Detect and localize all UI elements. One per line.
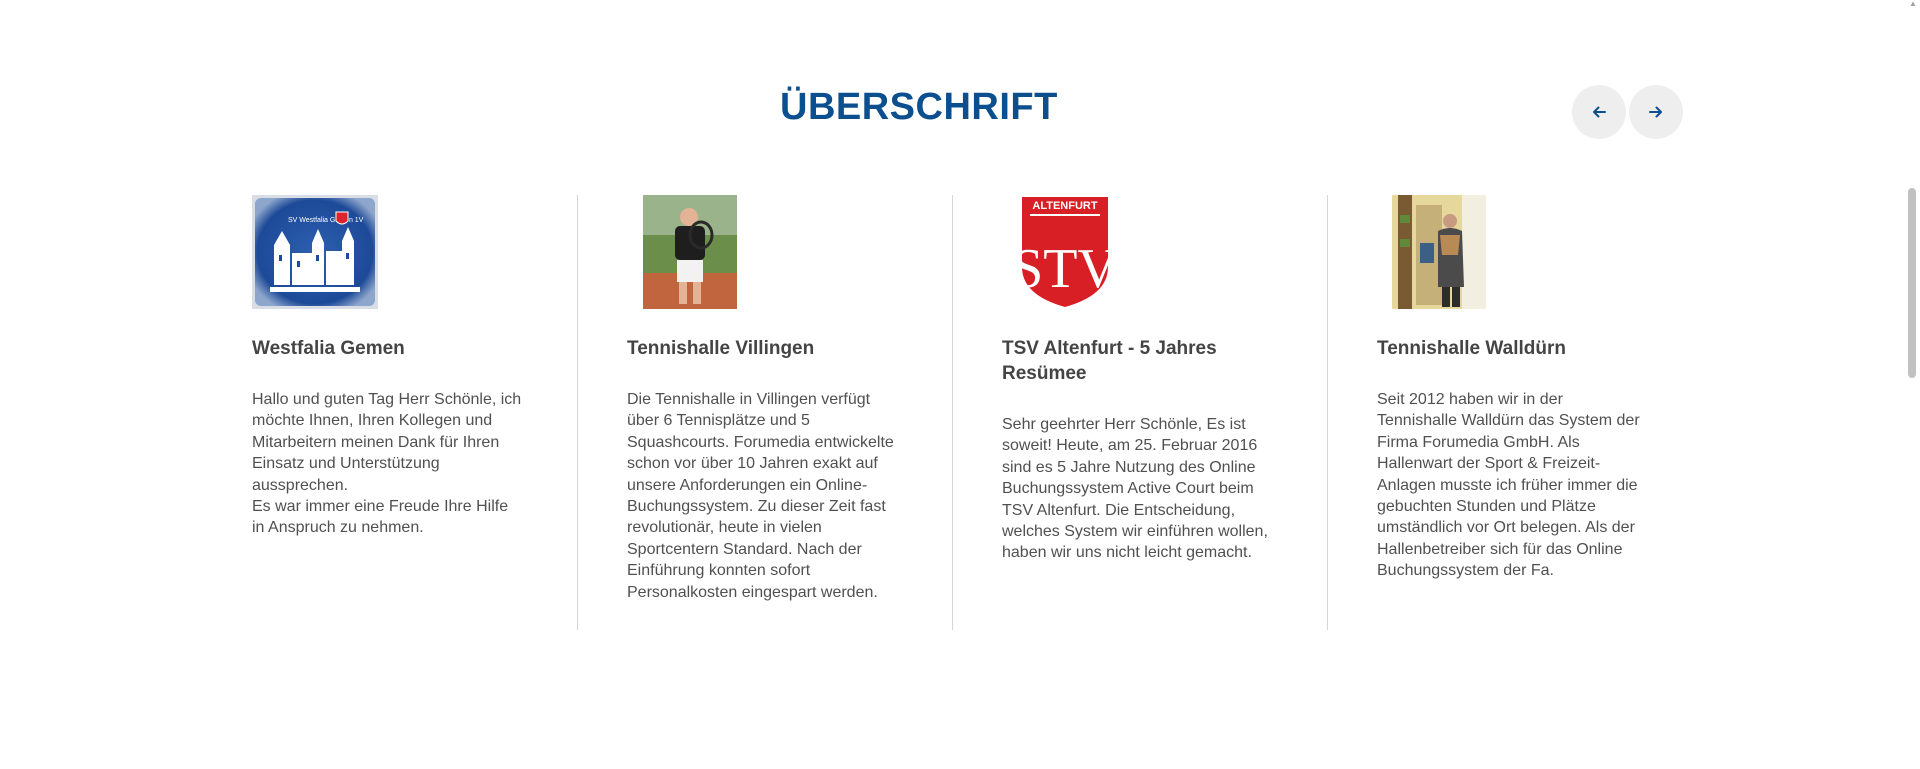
testimonials-section: ÜBERSCHRIFT SV Westfalia Gemen 1V Westfa… [0, 0, 1905, 769]
section-title: ÜBERSCHRIFT [780, 86, 1058, 128]
card-text: Sehr geehrter Herr Schönle, Es ist sowei… [1002, 416, 1268, 562]
scroll-up-arrow-icon[interactable]: ▲ [1909, 0, 1917, 8]
card-title: Tennishalle Walldürn [1377, 338, 1566, 359]
card-text: Die Tennishalle in Villingen verfügt übe… [627, 391, 894, 601]
card-text: Seit 2012 haben wir in der Tennishalle W… [1377, 391, 1640, 580]
testimonial-carousel: SV Westfalia Gemen 1V Westfalia Gemen Ha… [0, 195, 1905, 630]
card-divider [577, 195, 578, 630]
booking-terminal-photo [1392, 195, 1486, 309]
card-title: Westfalia Gemen [252, 338, 405, 359]
card-title: TSV Altenfurt - 5 Jahres Resümee [1002, 338, 1217, 384]
arrow-right-icon [1649, 106, 1662, 118]
card-divider [952, 195, 953, 630]
svg-text:ALTENFURT: ALTENFURT [1032, 200, 1097, 212]
svg-text:SV Westfalia Gemen 1V: SV Westfalia Gemen 1V [288, 217, 364, 224]
card-title: Tennishalle Villingen [627, 338, 815, 359]
carousel-prev-button[interactable] [1572, 85, 1626, 139]
svg-text:STV: STV [1020, 238, 1110, 300]
card-divider [1327, 195, 1328, 630]
westfalia-gemen-logo: SV Westfalia Gemen 1V [252, 195, 378, 309]
tsv-altenfurt-logo: ALTENFURT STV [1020, 195, 1110, 309]
tennis-player-photo [643, 195, 737, 309]
card-text: Hallo und guten Tag Herr Schönle, ich mö… [252, 391, 522, 537]
carousel-next-button[interactable] [1629, 85, 1683, 139]
scrollbar-track[interactable] [1905, 0, 1920, 769]
arrow-left-icon [1593, 106, 1606, 118]
scrollbar-thumb[interactable] [1908, 188, 1916, 378]
